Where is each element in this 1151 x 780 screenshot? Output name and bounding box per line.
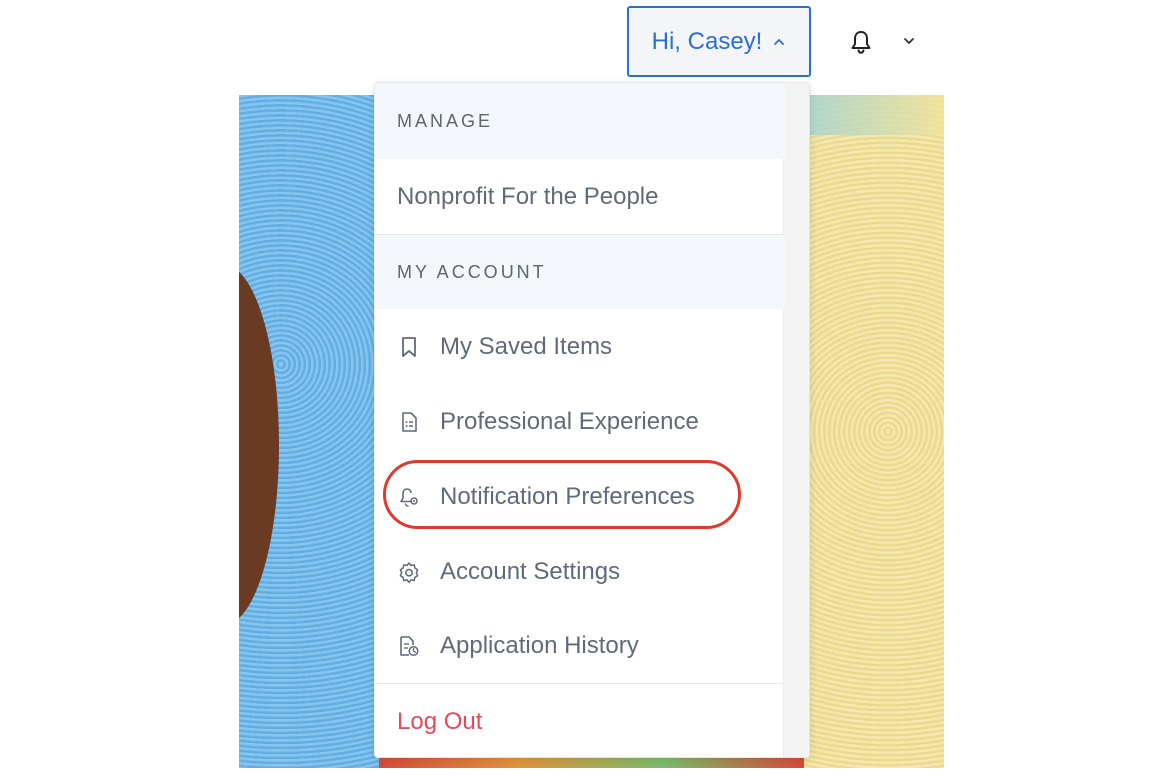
menu-item-professional-experience[interactable]: Professional Experience xyxy=(375,384,785,459)
user-dropdown-menu: MANAGE Nonprofit For the People MY ACCOU… xyxy=(374,82,810,758)
menu-item-account-settings[interactable]: Account Settings xyxy=(375,534,785,609)
log-out-link[interactable]: Log Out xyxy=(375,684,785,757)
menu-item-notification-preferences[interactable]: Notification Preferences xyxy=(375,459,785,534)
chevron-down-icon[interactable] xyxy=(900,32,918,50)
menu-item-label: Account Settings xyxy=(440,557,621,585)
menu-scrollbar[interactable] xyxy=(783,83,809,757)
menu-item-label: My Saved Items xyxy=(440,332,613,360)
document-clock-icon xyxy=(397,634,421,658)
menu-item-organization[interactable]: Nonprofit For the People xyxy=(375,159,785,234)
menu-item-label: Professional Experience xyxy=(440,407,699,435)
section-heading-manage: MANAGE xyxy=(375,83,785,159)
gear-icon xyxy=(397,560,421,584)
user-greeting: Hi, Casey! xyxy=(651,27,763,55)
menu-item-label: Nonprofit For the People xyxy=(397,182,659,210)
chevron-up-icon xyxy=(772,35,786,49)
menu-item-label: Application History xyxy=(440,632,639,659)
log-out-label: Log Out xyxy=(397,707,483,735)
bell-settings-icon xyxy=(397,485,421,509)
section-heading-my-account: MY ACCOUNT xyxy=(375,235,785,309)
notifications-bell-icon[interactable] xyxy=(846,27,876,57)
menu-item-label: Notification Preferences xyxy=(440,482,695,510)
bookmark-icon xyxy=(397,335,421,359)
menu-item-saved-items[interactable]: My Saved Items xyxy=(375,309,785,384)
menu-item-application-history[interactable]: Application History xyxy=(375,609,785,683)
user-menu-button[interactable]: Hi, Casey! xyxy=(627,6,811,77)
document-list-icon xyxy=(397,410,421,434)
photo-detail xyxy=(804,95,944,135)
photo-yellow-wall xyxy=(804,95,944,768)
